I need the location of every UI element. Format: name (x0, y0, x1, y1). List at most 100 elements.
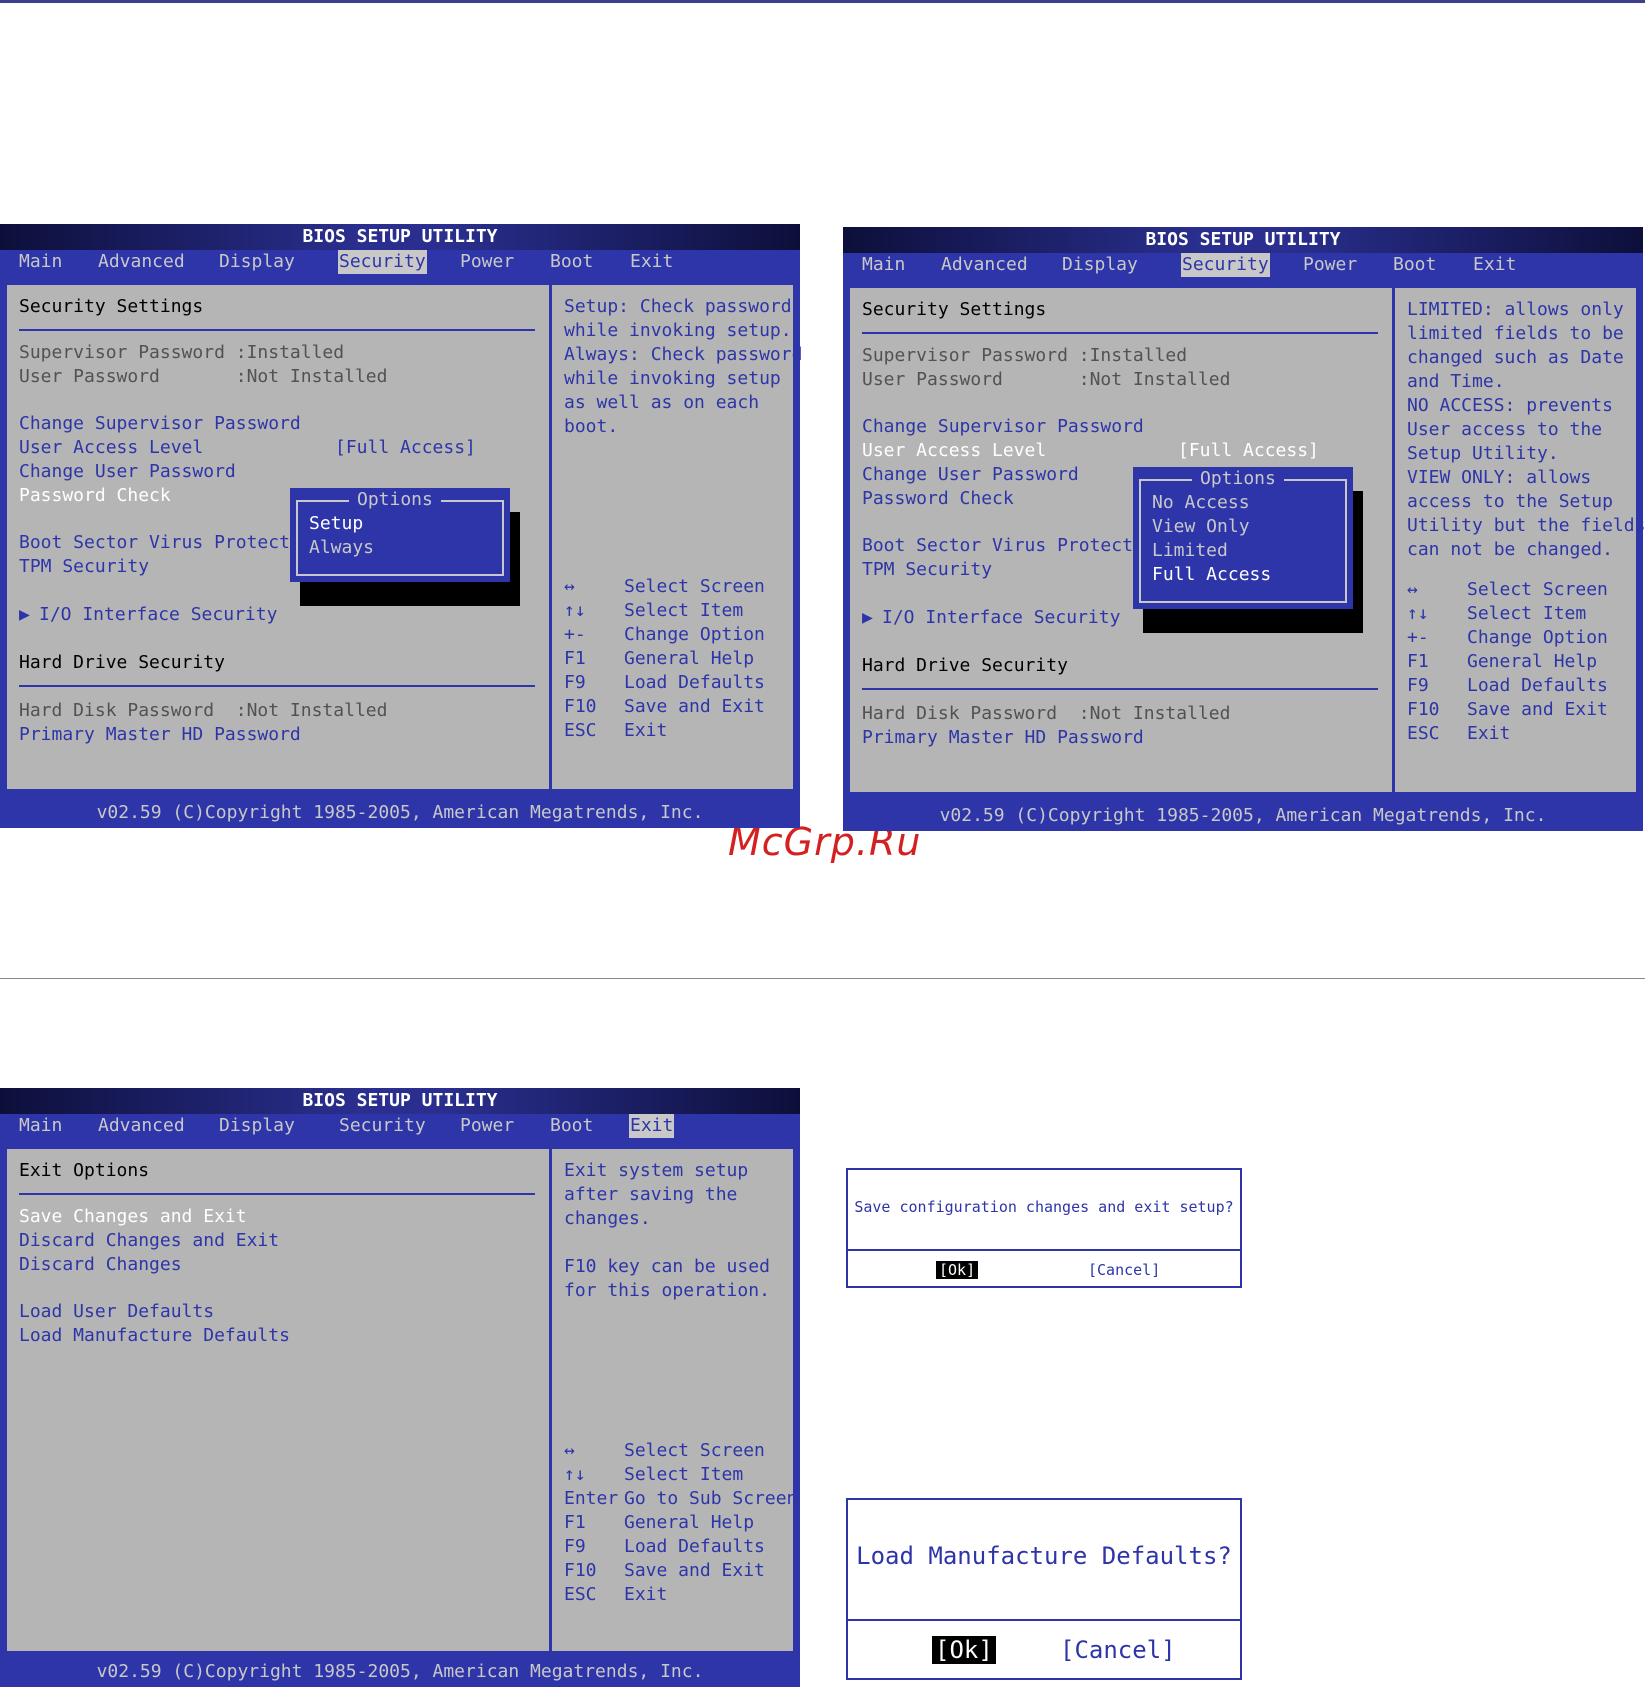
menu-power[interactable]: Power (459, 1114, 515, 1138)
boot-sector-virus-protection[interactable]: Boot Sector Virus Protectio (19, 531, 299, 555)
menu-advanced[interactable]: Advanced (97, 250, 186, 274)
menu-main[interactable]: Main (18, 1114, 63, 1138)
discard-changes[interactable]: Discard Changes (19, 1253, 182, 1277)
menu-display[interactable]: Display (218, 250, 296, 274)
cancel-button[interactable]: [Cancel] (1060, 1636, 1176, 1664)
option-limited[interactable]: Limited (1152, 539, 1228, 563)
menu-advanced[interactable]: Advanced (97, 1114, 186, 1138)
password-check[interactable]: Password Check (19, 484, 171, 508)
menu-boot[interactable]: Boot (549, 250, 594, 274)
key-desc: Load Defaults (1467, 675, 1608, 696)
option-setup[interactable]: Setup (309, 512, 363, 536)
dialog-divider (848, 1249, 1240, 1251)
user-access-value: [Full Access] (1178, 440, 1319, 461)
hard-drive-security-title: Hard Drive Security (19, 652, 225, 673)
options-popup: Options Setup Always (290, 488, 510, 582)
user-access-level[interactable]: User Access Level (19, 436, 203, 460)
option-no-access[interactable]: No Access (1152, 491, 1250, 515)
bios-body: Exit Options Save Changes and Exit Disca… (4, 1146, 797, 1654)
dialog-message: Save configuration changes and exit setu… (854, 1198, 1234, 1216)
help-line: as well as on each (564, 392, 760, 413)
menu-security[interactable]: Security (1181, 253, 1270, 277)
ok-button[interactable]: [Ok] (932, 1636, 996, 1664)
menu-bar: Main Advanced Display Security Power Boo… (843, 253, 1643, 279)
menu-exit[interactable]: Exit (629, 1114, 675, 1138)
menu-advanced[interactable]: Advanced (940, 253, 1029, 277)
option-always[interactable]: Always (309, 536, 374, 560)
load-manufacture-defaults[interactable]: Load Manufacture Defaults (19, 1324, 290, 1348)
menu-display[interactable]: Display (1061, 253, 1139, 277)
menu-exit[interactable]: Exit (1472, 253, 1517, 277)
user-access-value: [Full Access] (335, 437, 476, 458)
key-f9: F9 (564, 1536, 586, 1557)
ok-button[interactable]: [Ok] (936, 1261, 979, 1279)
hard-disk-password-status: Hard Disk Password :Not Installed (19, 700, 388, 721)
help-line: for this operation. (564, 1280, 770, 1301)
key-f1: F1 (564, 648, 586, 669)
menu-exit[interactable]: Exit (629, 250, 674, 274)
key-enter: Enter (564, 1488, 619, 1509)
key-desc: Save and Exit (624, 1560, 765, 1581)
option-full-access[interactable]: Full Access (1152, 563, 1271, 587)
change-user-password[interactable]: Change User Password (19, 460, 236, 484)
key-desc: Select Screen (624, 576, 765, 597)
menu-main[interactable]: Main (861, 253, 906, 277)
cancel-button[interactable]: [Cancel] (1088, 1261, 1160, 1279)
option-view-only[interactable]: View Only (1152, 515, 1250, 539)
password-check[interactable]: Password Check (862, 487, 1014, 511)
help-line: can not be changed. (1407, 539, 1613, 560)
key-desc: Load Defaults (624, 672, 765, 693)
menu-bar: Main Advanced Display Security Power Boo… (0, 250, 800, 276)
menu-boot[interactable]: Boot (1392, 253, 1437, 277)
bios-footer: v02.59 (C)Copyright 1985-2005, American … (843, 801, 1643, 831)
bios-screen-password-check: BIOS SETUP UTILITY Main Advanced Display… (0, 224, 802, 828)
help-panel: LIMITED: allows only limited fields to b… (1392, 288, 1645, 792)
menu-power[interactable]: Power (459, 250, 515, 274)
io-interface-security[interactable]: I/O Interface Security (882, 606, 1120, 630)
change-user-password[interactable]: Change User Password (862, 463, 1079, 487)
key-desc: General Help (624, 1512, 755, 1533)
menu-display[interactable]: Display (218, 1114, 296, 1138)
change-supervisor-password[interactable]: Change Supervisor Password (19, 412, 301, 436)
menu-main[interactable]: Main (18, 250, 63, 274)
arrow-right-icon: ▶ (862, 607, 873, 628)
supervisor-password-status: Supervisor Password :Installed (19, 342, 345, 363)
help-line: LIMITED: allows only (1407, 299, 1624, 320)
menu-security[interactable]: Security (338, 1114, 427, 1138)
separator (19, 685, 535, 687)
hard-drive-security-title: Hard Drive Security (862, 655, 1068, 676)
key-desc: General Help (1467, 651, 1598, 672)
bios-title: BIOS SETUP UTILITY (0, 1088, 800, 1114)
key-desc: Change Option (624, 624, 765, 645)
discard-changes-and-exit[interactable]: Discard Changes and Exit (19, 1229, 279, 1253)
key-desc: Exit (624, 720, 668, 741)
key-select-screen: ↔ (564, 576, 575, 597)
menu-boot[interactable]: Boot (549, 1114, 594, 1138)
key-desc: General Help (624, 648, 755, 669)
primary-master-hd-password[interactable]: Primary Master HD Password (862, 726, 1144, 750)
tpm-security[interactable]: TPM Security (19, 555, 149, 579)
help-line: Setup: Check password (564, 296, 792, 317)
separator (19, 329, 535, 331)
key-f10: F10 (564, 1560, 597, 1581)
primary-master-hd-password[interactable]: Primary Master HD Password (19, 723, 301, 747)
save-changes-and-exit[interactable]: Save Changes and Exit (19, 1205, 247, 1229)
help-panel: Exit system setup after saving the chang… (549, 1149, 797, 1651)
key-desc: Select Item (624, 600, 744, 621)
help-line: while invoking setup (564, 368, 781, 389)
io-interface-security[interactable]: I/O Interface Security (39, 603, 277, 627)
boot-sector-virus-protection[interactable]: Boot Sector Virus Protectio (862, 534, 1142, 558)
separator (862, 332, 1378, 334)
key-select-screen: ↔ (1407, 579, 1418, 600)
help-line: NO ACCESS: prevents (1407, 395, 1613, 416)
tpm-security[interactable]: TPM Security (862, 558, 992, 582)
change-supervisor-password[interactable]: Change Supervisor Password (862, 415, 1144, 439)
key-desc: Load Defaults (624, 1536, 765, 1557)
menu-power[interactable]: Power (1302, 253, 1358, 277)
user-access-level[interactable]: User Access Level (862, 439, 1046, 463)
separator (862, 688, 1378, 690)
load-user-defaults[interactable]: Load User Defaults (19, 1300, 214, 1324)
help-line: changed such as Date (1407, 347, 1624, 368)
settings-panel: Exit Options Save Changes and Exit Disca… (7, 1149, 547, 1651)
menu-security[interactable]: Security (338, 250, 427, 274)
